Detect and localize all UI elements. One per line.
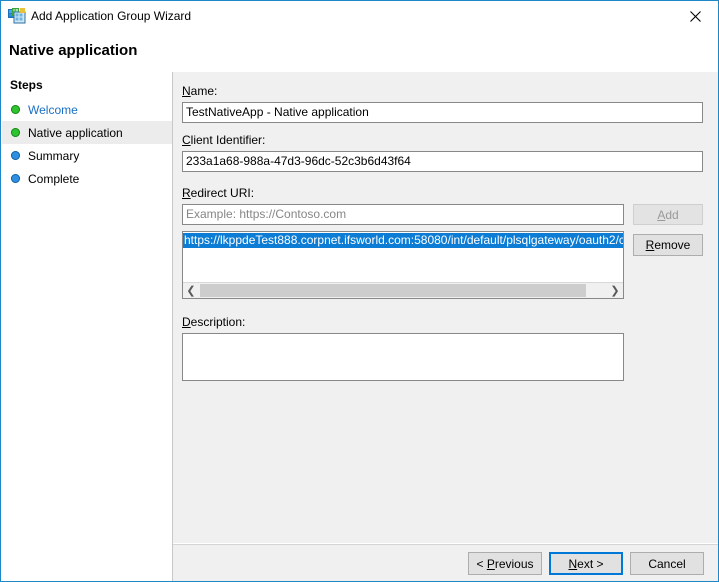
scrollbar-thumb[interactable] (200, 284, 586, 297)
sidebar-item-welcome[interactable]: Welcome (2, 98, 172, 121)
sidebar-item-native-application[interactable]: Native application (2, 121, 172, 144)
name-accel-key: N (182, 84, 191, 98)
client-identifier-label: Client Identifier: (182, 133, 265, 147)
description-label-text: escription: (191, 315, 246, 329)
redirect-uri-label: Redirect URI: (182, 186, 254, 200)
name-input[interactable]: TestNativeApp - Native application (182, 102, 703, 123)
sidebar-item-complete[interactable]: Complete (2, 167, 172, 190)
close-icon[interactable] (672, 1, 718, 31)
cancel-button[interactable]: Cancel (630, 552, 704, 575)
name-label: Name: (182, 84, 217, 98)
content-pane: Name: TestNativeApp - Native application… (173, 72, 718, 543)
remove-accel-key: R (646, 238, 655, 252)
add-button-label: Add (657, 208, 678, 222)
next-button-text: ext (577, 557, 593, 571)
sidebar-item-summary[interactable]: Summary (2, 144, 172, 167)
next-button[interactable]: Next > (549, 552, 623, 575)
client-identifier-label-text: lient Identifier: (191, 133, 266, 147)
window-title: Add Application Group Wizard (31, 8, 191, 24)
description-accel-key: D (182, 315, 191, 329)
redirect-uri-input[interactable]: Example: https://Contoso.com (182, 204, 624, 225)
scroll-left-icon[interactable]: ❮ (183, 283, 199, 298)
sidebar-item-label: Welcome (28, 103, 78, 117)
redirect-uri-accel-key: R (182, 186, 191, 200)
next-accel-key: N (568, 557, 577, 571)
cancel-button-label: Cancel (648, 557, 685, 571)
steps-title: Steps (10, 78, 43, 92)
wizard-footer: < Previous Next > Cancel (173, 544, 718, 581)
previous-prefix: < (476, 557, 486, 571)
remove-button-label: Remove (646, 238, 691, 252)
add-button-text: dd (665, 208, 678, 222)
client-identifier-accel-key: C (182, 133, 191, 147)
step-status-pending-icon (11, 174, 20, 183)
previous-accel-key: P (487, 557, 495, 571)
add-application-group-wizard-window: Add Application Group Wizard Native appl… (0, 0, 719, 582)
step-status-done-icon (11, 128, 20, 137)
sidebar-item-label: Summary (28, 149, 79, 163)
remove-redirect-uri-button[interactable]: Remove (633, 234, 703, 256)
app-group-icon (8, 8, 26, 25)
redirect-uri-label-text: edirect URI: (191, 186, 254, 200)
client-identifier-input[interactable]: 233a1a68-988a-47d3-96dc-52c3b6d43f64 (182, 151, 703, 172)
next-button-label: Next > (568, 557, 603, 571)
add-redirect-uri-button[interactable]: Add (633, 204, 703, 225)
steps-sidebar: Steps Welcome Native application Summary… (2, 72, 173, 581)
listbox-horizontal-scrollbar[interactable]: ❮ ❯ (183, 282, 623, 298)
page-title: Native application (9, 42, 137, 59)
sidebar-item-label: Complete (28, 172, 79, 186)
description-input[interactable] (182, 333, 624, 381)
description-label: Description: (182, 315, 245, 329)
previous-button[interactable]: < Previous (468, 552, 542, 575)
name-label-text: ame: (191, 84, 218, 98)
next-suffix: > (593, 557, 603, 571)
previous-button-label: < Previous (476, 557, 533, 571)
redirect-uri-listbox[interactable]: https://lkppdeTest888.corpnet.ifsworld.c… (182, 231, 624, 299)
scroll-right-icon[interactable]: ❯ (607, 283, 623, 298)
list-item[interactable]: https://lkppdeTest888.corpnet.ifsworld.c… (183, 233, 623, 248)
step-status-pending-icon (11, 151, 20, 160)
sidebar-item-label: Native application (28, 126, 123, 140)
step-status-done-icon (11, 105, 20, 114)
remove-button-text: emove (654, 238, 690, 252)
steps-list: Welcome Native application Summary Compl… (2, 98, 172, 190)
title-bar: Add Application Group Wizard (1, 1, 718, 32)
previous-button-text: revious (495, 557, 534, 571)
